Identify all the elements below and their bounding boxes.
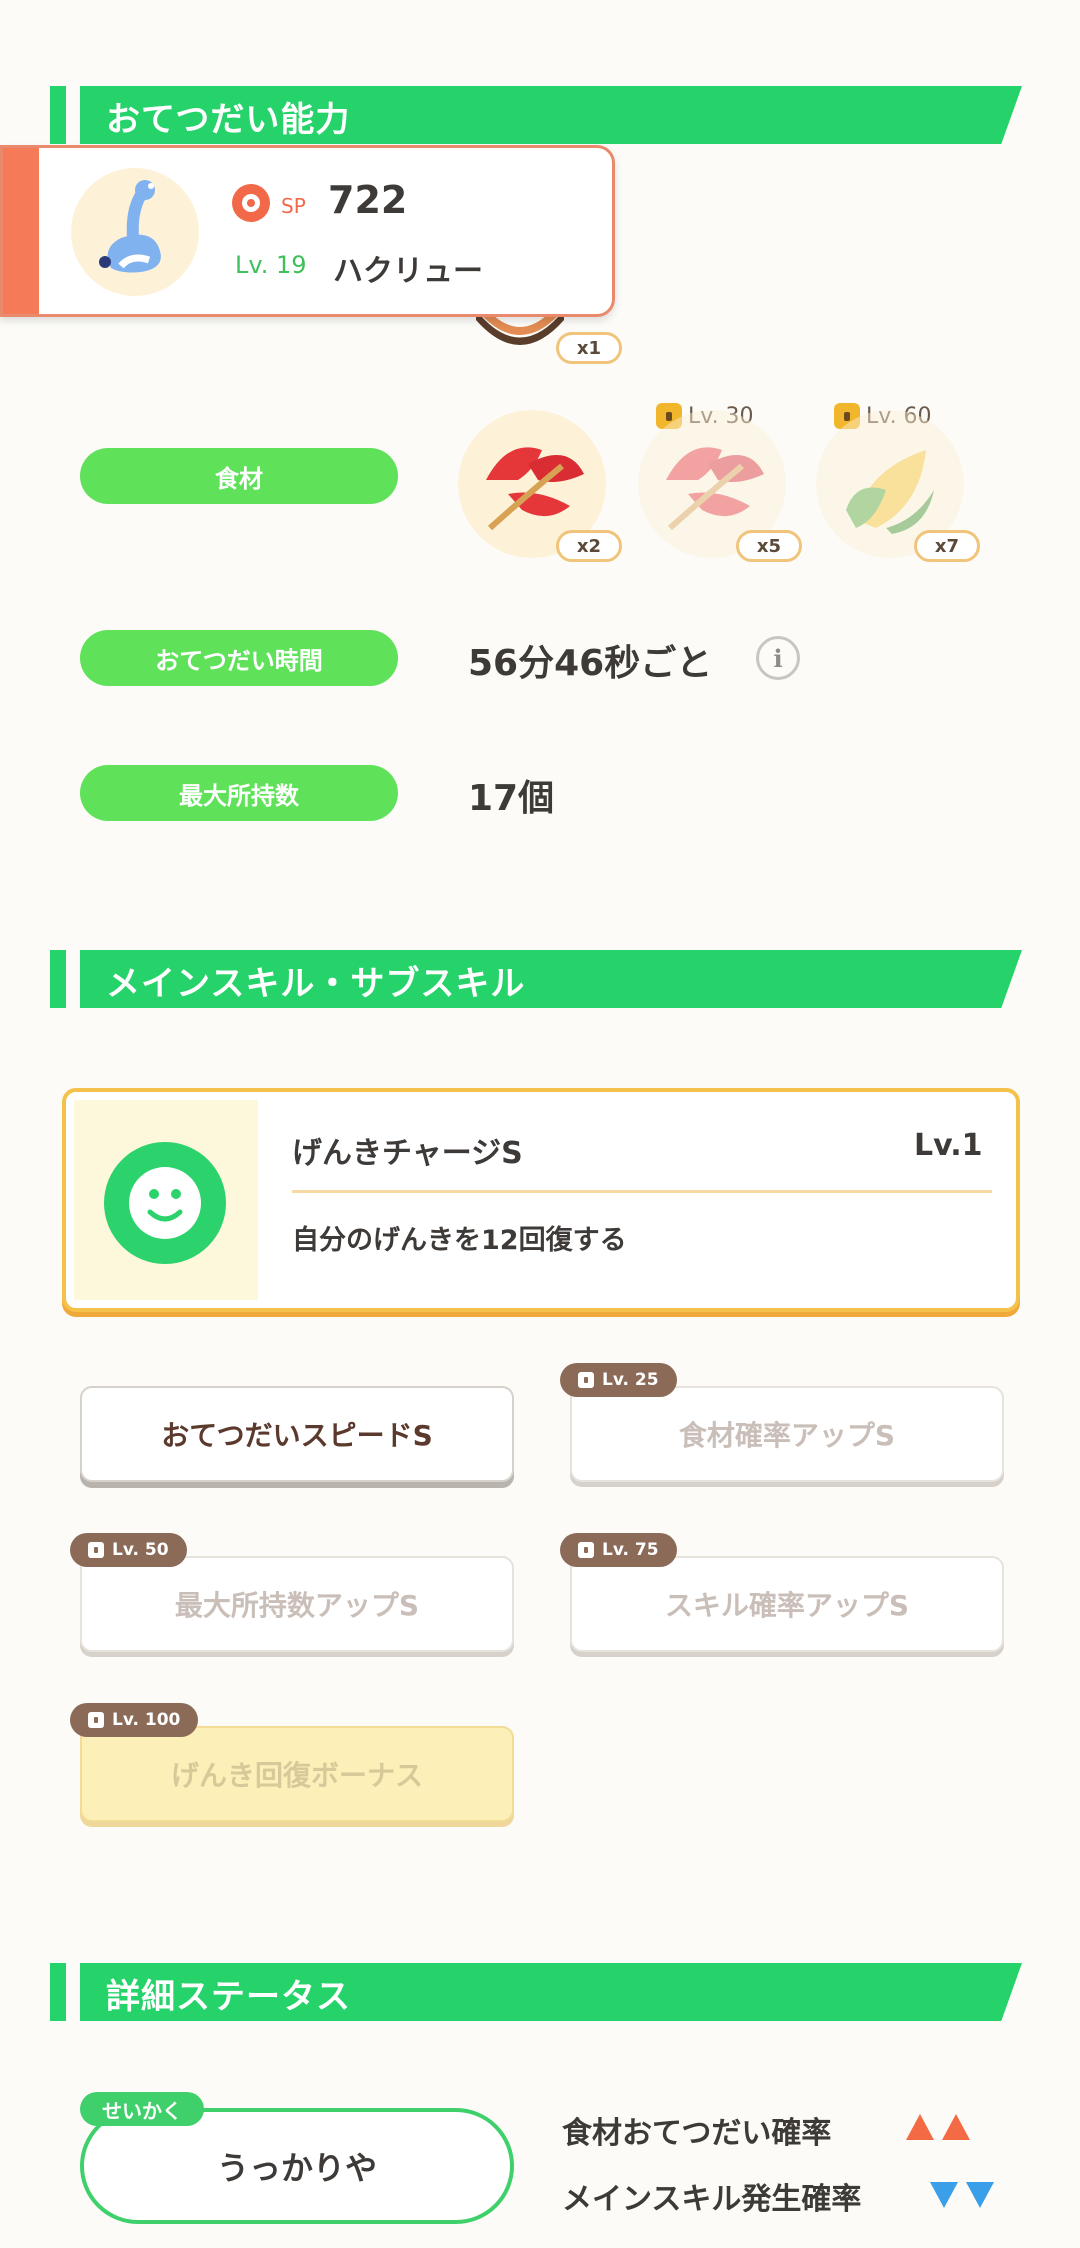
section-title: おてつだい能力	[106, 100, 351, 140]
ingredient-qty-1: x2	[556, 530, 622, 562]
subskill-4[interactable]: スキル確率アップS	[570, 1556, 1004, 1652]
subskill-1[interactable]: おてつだいスピードS	[80, 1386, 514, 1482]
sp-label: SP	[281, 194, 306, 218]
main-skill-name: げんきチャージS	[292, 1136, 523, 1171]
help-time-value: 56分46秒ごと	[468, 643, 713, 684]
subskill-label: 最大所持数アップS	[174, 1589, 420, 1622]
berry-qty: x1	[556, 332, 622, 364]
section-header-detail-status: 詳細ステータス	[50, 1963, 1022, 2021]
nature-down-label: メインスキル発生確率	[562, 2182, 862, 2217]
subskill-lock-badge: Lv. 100	[70, 1703, 199, 1737]
subskill-lock-badge: Lv. 50	[70, 1533, 187, 1567]
skill-icon-area	[74, 1100, 258, 1300]
nature-value: うっかりや	[216, 2149, 377, 2187]
popup-accent	[3, 148, 39, 314]
up-arrows-icon	[906, 2112, 976, 2146]
main-skill-level: Lv.1	[914, 1128, 983, 1163]
lock-icon	[88, 1712, 104, 1728]
subskill-label: おてつだいスピードS	[161, 1419, 433, 1452]
main-skill-card[interactable]: げんきチャージS Lv.1 自分のげんきを12回復する	[62, 1088, 1020, 1312]
subskill-5[interactable]: げんき回復ボーナス	[80, 1726, 514, 1822]
section-title: 詳細ステータス	[106, 1977, 351, 2017]
main-skill-desc: 自分のげんきを12回復する	[292, 1225, 627, 1256]
ingredients-label: 食材	[80, 448, 398, 504]
lock-icon	[578, 1542, 594, 1558]
smile-icon	[104, 1142, 226, 1264]
subskill-lock-badge: Lv. 75	[560, 1533, 677, 1567]
ingredient-qty-2: x5	[736, 530, 802, 562]
lock-icon	[88, 1542, 104, 1558]
pokemon-avatar	[71, 168, 199, 296]
subskill-2[interactable]: 食材確率アップS	[570, 1386, 1004, 1482]
subskill-label: げんき回復ボーナス	[170, 1759, 423, 1792]
pokemon-name: ハクリュー	[333, 254, 483, 289]
help-time-label: おてつだい時間	[80, 630, 398, 686]
info-icon[interactable]: i	[756, 636, 800, 680]
pokemon-popup[interactable]: SP 722 Lv. 19 ハクリュー	[0, 145, 615, 317]
subskill-lock-badge: Lv. 25	[560, 1363, 677, 1397]
down-arrows-icon	[930, 2180, 1000, 2214]
lock-icon	[578, 1372, 594, 1388]
pokeball-icon	[232, 184, 270, 222]
pokemon-level: Lv. 19	[235, 251, 307, 279]
ingredient-qty-3: x7	[914, 530, 980, 562]
subskill-3[interactable]: 最大所持数アップS	[80, 1556, 514, 1652]
section-title: メインスキル・サブスキル	[106, 964, 526, 1004]
nature-up-label: 食材おてつだい確率	[562, 2116, 832, 2151]
subskill-label: スキル確率アップS	[664, 1589, 910, 1622]
sp-value: 722	[328, 178, 408, 222]
divider	[292, 1190, 992, 1193]
nature-tag: せいかく	[80, 2092, 204, 2126]
subskill-label: 食材確率アップS	[678, 1419, 896, 1452]
max-carry-value: 17個	[468, 778, 555, 819]
section-header-skills: メインスキル・サブスキル	[50, 950, 1022, 1008]
section-header-help-ability: おてつだい能力	[50, 86, 1022, 144]
max-carry-label: 最大所持数	[80, 765, 398, 821]
